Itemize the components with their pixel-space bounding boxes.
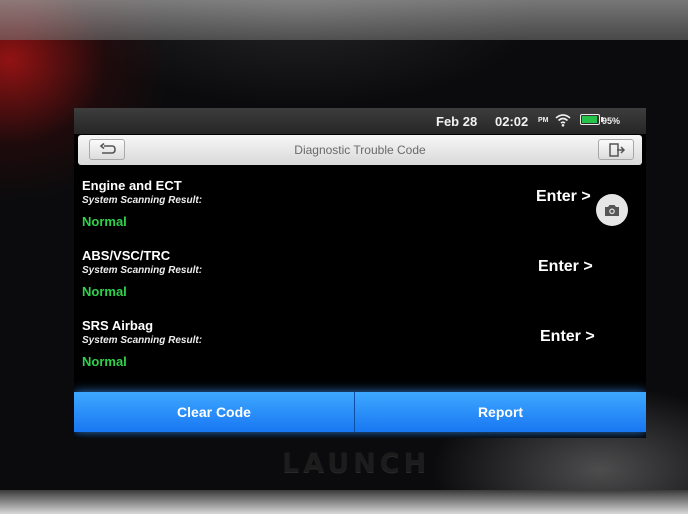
- system-name: SRS Airbag: [82, 318, 154, 333]
- screenshot-button[interactable]: [596, 194, 628, 226]
- scan-result-label: System Scanning Result:: [82, 335, 203, 346]
- scan-status: Normal: [82, 214, 127, 229]
- scan-status: Normal: [82, 284, 127, 299]
- scan-result-label: System Scanning Result:: [82, 265, 203, 276]
- background-surface-bottom: [0, 490, 688, 514]
- status-bar: Feb 28 02:02 PM 95%: [74, 108, 646, 134]
- battery-level-fill: [582, 116, 598, 123]
- title-bar: Diagnostic Trouble Code: [78, 135, 642, 165]
- status-time: 02:02: [495, 114, 529, 129]
- scan-result-label: System Scanning Result:: [82, 195, 203, 206]
- enter-button[interactable]: Enter >: [540, 328, 595, 346]
- scan-status: Normal: [82, 354, 127, 369]
- status-date: Feb 28: [436, 114, 478, 129]
- page-title: Diagnostic Trouble Code: [294, 143, 426, 157]
- list-item[interactable]: Engine and ECT System Scanning Result: N…: [74, 168, 646, 240]
- enter-button[interactable]: Enter >: [536, 188, 591, 206]
- camera-icon: [605, 205, 619, 216]
- device-brand-logo: LAUNCH: [282, 448, 431, 479]
- background-surface: [0, 0, 688, 40]
- enter-button[interactable]: Enter >: [538, 258, 593, 276]
- wifi-icon: [555, 114, 571, 127]
- bottom-button-bar: Clear Code Report: [74, 392, 646, 432]
- system-name: Engine and ECT: [82, 178, 182, 193]
- battery-icon: [580, 114, 603, 125]
- clear-code-button[interactable]: Clear Code: [74, 392, 354, 432]
- exit-button[interactable]: [598, 139, 634, 160]
- list-item[interactable]: ABS/VSC/TRC System Scanning Result: Norm…: [74, 238, 646, 310]
- device-screen: Feb 28 02:02 PM 95% Diagnostic Trouble C…: [74, 108, 646, 438]
- battery-percent: 95%: [602, 116, 621, 126]
- system-name: ABS/VSC/TRC: [82, 248, 171, 263]
- report-button[interactable]: Report: [355, 392, 646, 432]
- list-item[interactable]: SRS Airbag System Scanning Result: Norma…: [74, 308, 646, 380]
- exit-icon: [609, 143, 626, 157]
- status-ampm: PM: [538, 117, 549, 124]
